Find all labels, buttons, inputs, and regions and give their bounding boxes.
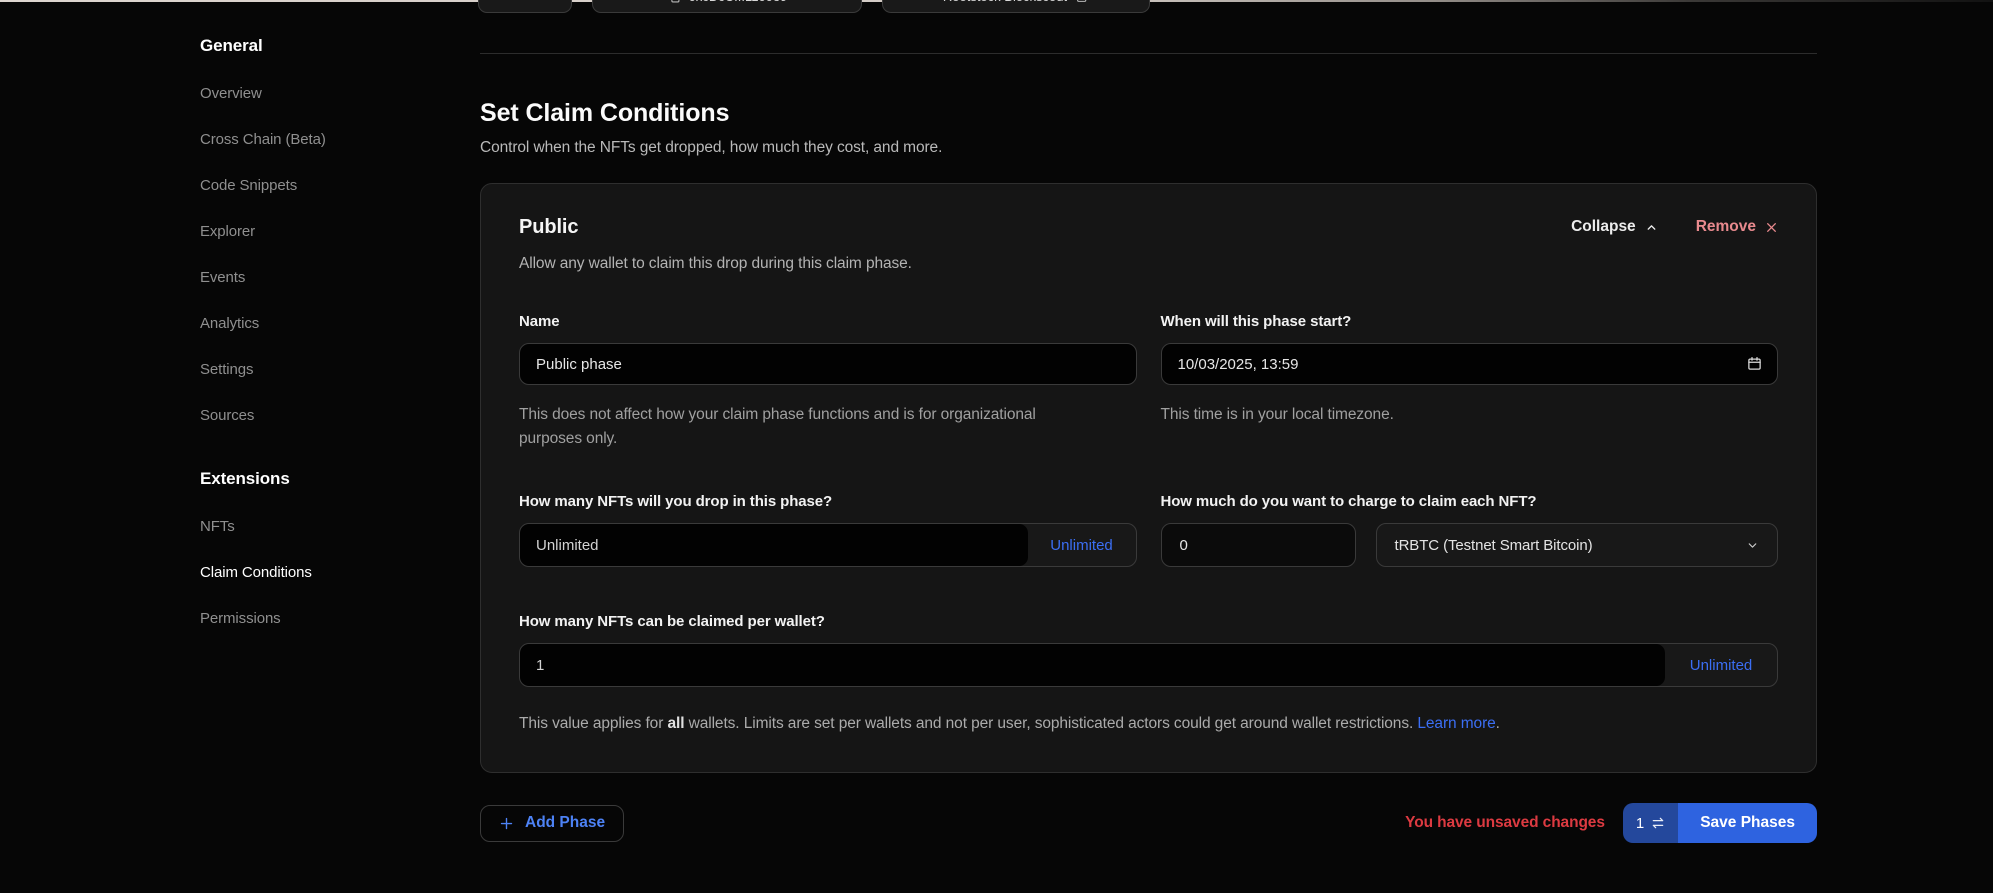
sidebar-item-explorer[interactable]: Explorer [200, 223, 255, 241]
sidebar-item-overview[interactable]: Overview [200, 85, 262, 103]
chevron-up-icon [1645, 221, 1658, 234]
add-phase-label: Add Phase [525, 814, 605, 832]
per-wallet-label: How many NFTs can be claimed per wallet? [519, 613, 1778, 631]
sidebar-item-permissions[interactable]: Permissions [200, 610, 281, 628]
sidebar-item-code-snippets[interactable]: Code Snippets [200, 177, 297, 195]
supply-input[interactable] [520, 524, 1028, 566]
per-wallet-unlimited-toggle[interactable]: Unlimited [1665, 644, 1777, 686]
wallet-note-bold: all [667, 715, 684, 732]
add-phase-button[interactable]: Add Phase [480, 805, 624, 842]
name-helper-text: This does not affect how your claim phas… [519, 403, 1079, 451]
phase-title: Public [519, 216, 912, 239]
per-wallet-input[interactable] [520, 644, 1665, 686]
swap-arrows-icon [1651, 816, 1665, 830]
collapse-label: Collapse [1571, 218, 1636, 236]
wallet-note: This value applies for all wallets. Limi… [519, 709, 1769, 738]
section-divider [480, 53, 1817, 54]
chevron-down-icon [1746, 539, 1759, 552]
sidebar-item-settings[interactable]: Settings [200, 361, 253, 379]
currency-selected-label: tRBTC (Testnet Smart Bitcoin) [1395, 537, 1593, 554]
sidebar-item-sources[interactable]: Sources [200, 407, 254, 425]
calendar-icon[interactable] [1747, 356, 1762, 371]
sidebar-item-nfts[interactable]: NFTs [200, 518, 235, 536]
supply-unlimited-toggle[interactable]: Unlimited [1028, 524, 1136, 566]
sidebar-item-analytics[interactable]: Analytics [200, 315, 259, 333]
collapse-button[interactable]: Collapse [1571, 218, 1658, 236]
remove-phase-button[interactable]: Remove [1696, 218, 1778, 236]
supply-label: How many NFTs will you drop in this phas… [519, 493, 1137, 511]
currency-select[interactable]: tRBTC (Testnet Smart Bitcoin) [1376, 523, 1779, 567]
remove-label: Remove [1696, 218, 1756, 236]
txn-count-badge[interactable]: 1 [1623, 803, 1678, 843]
sidebar-item-claim-conditions[interactable]: Claim Conditions [200, 564, 312, 582]
learn-more-link[interactable]: Learn more [1417, 715, 1495, 732]
unsaved-changes-text: You have unsaved changes [1405, 814, 1605, 832]
start-label: When will this phase start? [1161, 313, 1779, 331]
start-field: When will this phase start? This time is… [1161, 313, 1779, 451]
price-field: How much do you want to charge to claim … [1161, 493, 1779, 567]
phase-card: Public Allow any wallet to claim this dr… [480, 183, 1817, 773]
sidebar-section-general: General [200, 36, 470, 56]
save-phases-button[interactable]: Save Phases [1678, 803, 1817, 843]
timezone-helper-text: This time is in your local timezone. [1161, 403, 1779, 427]
page-subtitle: Control when the NFTs get dropped, how m… [480, 138, 1817, 157]
name-label: Name [519, 313, 1137, 331]
contract-sidebar: General Overview Cross Chain (Beta) Code… [200, 36, 470, 656]
start-date-input[interactable] [1161, 343, 1779, 385]
plus-icon [499, 816, 514, 831]
page-title: Set Claim Conditions [480, 98, 1817, 128]
price-input[interactable] [1161, 523, 1356, 567]
name-input[interactable] [519, 343, 1137, 385]
sidebar-section-extensions: Extensions [200, 469, 470, 489]
per-wallet-field: How many NFTs can be claimed per wallet?… [519, 613, 1778, 738]
main-content: Set Claim Conditions Control when the NF… [480, 0, 1817, 843]
close-icon [1765, 221, 1778, 234]
sidebar-item-cross-chain[interactable]: Cross Chain (Beta) [200, 131, 326, 149]
supply-field: How many NFTs will you drop in this phas… [519, 493, 1137, 567]
name-field: Name This does not affect how your claim… [519, 313, 1137, 451]
sidebar-item-events[interactable]: Events [200, 269, 245, 287]
txn-count: 1 [1636, 815, 1644, 832]
phase-description: Allow any wallet to claim this drop duri… [519, 255, 912, 273]
phases-footer: Add Phase You have unsaved changes 1 Sav… [480, 803, 1817, 843]
price-label: How much do you want to charge to claim … [1161, 493, 1779, 511]
claim-conditions-page: 0xcDcC...1100e9 Rootstock Blockscout Gen… [0, 0, 1993, 893]
